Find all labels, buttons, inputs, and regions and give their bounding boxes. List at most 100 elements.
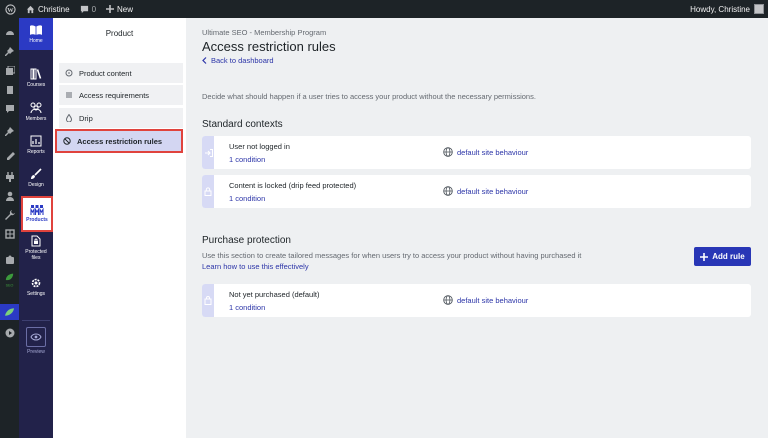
nav-members[interactable]: Members [19, 102, 53, 122]
rule-row-content-locked[interactable]: Content is locked (drip feed protected) … [202, 175, 751, 208]
dashboard-icon[interactable] [4, 26, 15, 37]
purchase-protection-heading: Purchase protection [202, 235, 291, 246]
book-icon [30, 24, 42, 35]
sub-drip[interactable]: Drip [59, 108, 183, 128]
rule-condition-link[interactable]: 1 condition [229, 194, 265, 203]
reports-icon [30, 135, 42, 147]
rule-strip [202, 284, 214, 317]
seo-leaf-icon[interactable]: SEO [4, 271, 15, 289]
standard-contexts-heading: Standard contexts [202, 119, 283, 130]
nav-protected-files[interactable]: Protected files [19, 235, 53, 261]
page-description: Decide what should happen if a user trie… [202, 92, 536, 101]
rule-strip [202, 175, 214, 208]
rule-behaviour[interactable]: default site behaviour [443, 295, 528, 305]
preview-box [26, 327, 46, 347]
lock-icon [204, 187, 212, 196]
rule-title: User not logged in [229, 142, 290, 151]
new-content-link[interactable]: New [101, 0, 138, 18]
purchase-description: Use this section to create tailored mess… [202, 251, 582, 260]
nav-design[interactable]: Design [19, 168, 53, 188]
sub-access-restriction-rules[interactable]: Access restriction rules [55, 129, 183, 153]
media-icon[interactable] [4, 65, 15, 76]
nav-preview-label: Preview [27, 349, 45, 355]
account-menu[interactable]: Howdy, Christine [690, 0, 764, 18]
nav-products[interactable]: Products [21, 196, 53, 232]
rule-condition-link[interactable]: 1 condition [229, 155, 265, 164]
rule-row-not-logged-in[interactable]: User not logged in 1 condition default s… [202, 136, 751, 169]
plus-icon [700, 252, 709, 261]
pin-icon-2[interactable] [4, 126, 15, 137]
nav-reports-label: Reports [27, 149, 45, 155]
nav-preview[interactable]: Preview [19, 327, 53, 355]
eye-icon [30, 333, 42, 341]
sub-access-requirements[interactable]: Access requirements [59, 85, 183, 105]
back-link[interactable]: Back to dashboard [202, 56, 274, 65]
sub-product-content-label: Product content [79, 68, 132, 78]
main-content: Ultimate SEO - Membership Program Access… [186, 18, 768, 438]
active-plugin-icon[interactable] [0, 304, 19, 320]
breadcrumb: Ultimate SEO - Membership Program [202, 28, 327, 37]
new-label: New [117, 4, 134, 14]
sub-product-content[interactable]: Product content [59, 63, 183, 83]
globe-icon [443, 295, 453, 305]
rule-strip [202, 136, 214, 169]
wordpress-icon: W [5, 3, 16, 15]
rule-behaviour[interactable]: default site behaviour [443, 147, 528, 157]
products-icon [30, 205, 44, 215]
nav-home[interactable]: Home [19, 18, 53, 50]
rule-condition-link[interactable]: 1 condition [229, 303, 265, 312]
site-name-link[interactable]: Christine [21, 0, 75, 18]
settings-icon[interactable] [4, 228, 15, 239]
nav-home-label: Home [29, 37, 43, 44]
plus-icon [106, 5, 115, 13]
globe-icon [443, 147, 453, 157]
tools-icon[interactable] [4, 209, 15, 220]
appearance-icon[interactable] [4, 151, 15, 162]
nav-settings[interactable]: Settings [19, 277, 53, 297]
subpanel-title: Product [105, 29, 134, 38]
pin-icon[interactable] [4, 46, 15, 57]
comments-icon[interactable] [4, 103, 15, 114]
wordpress-logo[interactable]: W [0, 0, 21, 18]
howdy-text: Howdy, Christine [690, 4, 750, 14]
plugins-icon[interactable] [4, 171, 15, 182]
users-icon[interactable] [4, 190, 15, 201]
wp-admin-sidebar: SEO [0, 18, 19, 438]
brush-icon [31, 168, 42, 179]
nav-members-label: Members [25, 116, 47, 122]
comments-link[interactable]: 0 [75, 0, 101, 18]
nav-design-label: Design [28, 182, 44, 188]
bag-icon [204, 296, 212, 305]
svg-text:SEO: SEO [6, 283, 14, 287]
gear-icon [31, 278, 41, 288]
sub-access-requirements-label: Access requirements [79, 90, 150, 100]
product-subpanel: Product Product content Access requireme… [53, 18, 186, 438]
add-rule-button[interactable]: Add rule [694, 247, 751, 266]
pages-icon[interactable] [4, 84, 15, 95]
home-icon [26, 5, 35, 13]
comments-count: 0 [91, 4, 97, 14]
add-rule-label: Add rule [712, 252, 745, 261]
nav-divider [22, 320, 50, 321]
site-name: Christine [38, 4, 70, 14]
puzzle-icon[interactable] [4, 254, 15, 265]
nav-courses[interactable]: Courses [19, 68, 53, 88]
rule-row-not-purchased[interactable]: Not yet purchased (default) 1 condition … [202, 284, 751, 317]
rule-behaviour[interactable]: default site behaviour [443, 186, 528, 196]
play-icon[interactable] [4, 327, 15, 338]
svg-text:W: W [7, 6, 14, 13]
learn-more-link[interactable]: Learn how to use this effectively [202, 262, 309, 271]
admin-bar: W Christine 0 New Howdy, Christine [0, 0, 768, 18]
login-arrow-icon [204, 148, 213, 157]
content-icon [64, 69, 73, 78]
rule-title: Not yet purchased (default) [229, 290, 320, 299]
books-icon [30, 68, 42, 80]
drip-icon [64, 114, 73, 123]
restriction-icon [62, 137, 71, 146]
chevron-left-icon [202, 57, 207, 64]
nav-reports[interactable]: Reports [19, 135, 53, 155]
avatar [754, 4, 764, 14]
rule-behaviour-label: default site behaviour [457, 295, 529, 305]
protected-file-icon [31, 235, 41, 247]
members-icon [30, 102, 42, 114]
